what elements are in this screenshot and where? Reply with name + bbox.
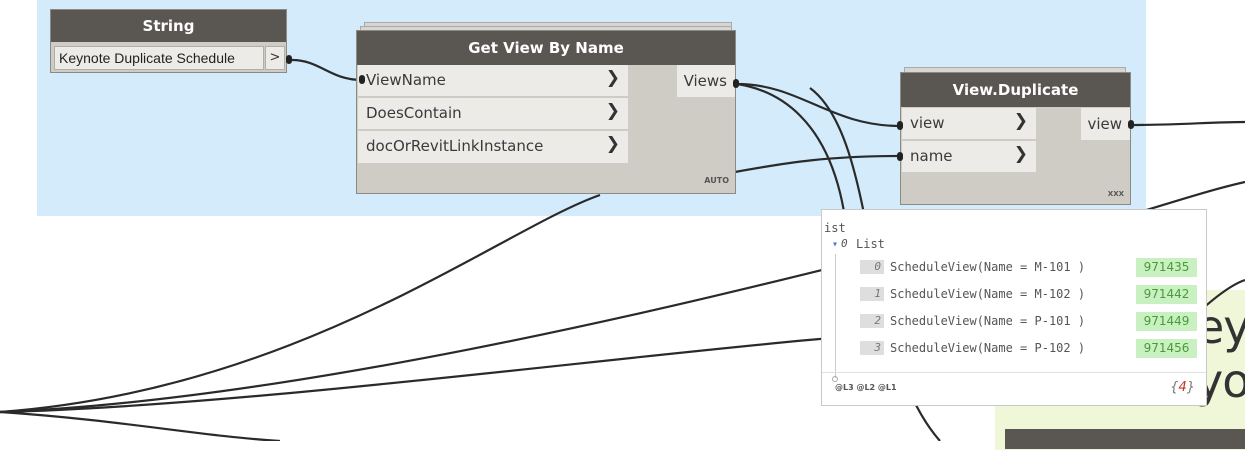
chevron-right-icon: ❯	[1013, 111, 1028, 131]
item-value: ScheduleView(Name = M-101 )	[890, 260, 1086, 274]
item-value: ScheduleView(Name = P-102 )	[890, 341, 1086, 355]
views-output-connector[interactable]	[733, 79, 739, 88]
get-view-node-title: Get View By Name	[357, 31, 735, 65]
port-doc-label: docOrRevitLinkInstance	[366, 137, 544, 155]
element-id-badge[interactable]: 971449	[1136, 312, 1197, 331]
view-input-connector[interactable]	[897, 121, 903, 130]
port-view-label: view	[910, 114, 945, 132]
port-viewname[interactable]: ViewName ❯	[358, 65, 628, 97]
chevron-right-icon: ❯	[605, 101, 620, 121]
item-index: 2	[860, 314, 884, 328]
port-view[interactable]: view ❯	[902, 108, 1036, 140]
item-count: {4}	[1170, 380, 1195, 395]
chevron-right-icon: ❯	[605, 68, 620, 88]
string-node[interactable]: String Keynote Duplicate Schedule >	[50, 9, 287, 73]
preview-header: ist	[824, 221, 846, 235]
list-level-index: 0	[841, 237, 848, 250]
item-value: ScheduleView(Name = P-101 )	[890, 314, 1086, 328]
output-port-views[interactable]: Views	[677, 65, 735, 97]
viewname-input-connector[interactable]	[359, 75, 365, 84]
item-index: 1	[860, 287, 884, 301]
chevron-right-icon: ❯	[605, 134, 620, 154]
dynamo-canvas[interactable]: eyr yo String Keynote Duplicate Schedule…	[0, 0, 1245, 450]
count-value: 4	[1178, 380, 1187, 395]
preview-footer: @L3 @L2 @L1 {4}	[822, 372, 1206, 405]
port-doc-or-revit-link[interactable]: docOrRevitLinkInstance ❯	[358, 131, 628, 164]
element-id-badge[interactable]: 971435	[1136, 258, 1197, 277]
get-view-by-name-node[interactable]: Get View By Name ViewName ❯ DoesContain …	[356, 30, 736, 194]
count-brace-close: }	[1186, 380, 1195, 395]
view-duplicate-node[interactable]: View.Duplicate view ❯ name ❯ view XXX	[900, 72, 1131, 205]
element-id-badge[interactable]: 971456	[1136, 339, 1197, 358]
output-port-view[interactable]: view	[1081, 108, 1130, 140]
item-index: 0	[860, 260, 884, 274]
chevron-right-icon: ❯	[1013, 144, 1028, 164]
item-value: ScheduleView(Name = M-102 )	[890, 287, 1086, 301]
lacing-label[interactable]: XXX	[1108, 190, 1124, 198]
string-output-connector[interactable]	[286, 55, 292, 64]
string-output-port[interactable]: >	[265, 46, 285, 70]
port-doescontain[interactable]: DoesContain ❯	[358, 98, 628, 130]
port-doescontain-label: DoesContain	[366, 104, 462, 122]
list-tree-line	[835, 254, 836, 378]
string-node-title: String	[51, 10, 286, 42]
wire-bottom-left	[0, 410, 281, 441]
node-preview-bubble[interactable]: ist ▾ 0 List 0 ScheduleView(Name = M-101…	[821, 209, 1207, 406]
wire-to-name	[734, 154, 901, 174]
item-index: 3	[860, 341, 884, 355]
wire-string-to-viewname	[291, 58, 363, 82]
port-name[interactable]: name ❯	[902, 141, 1036, 173]
view-duplicate-title: View.Duplicate	[901, 73, 1130, 107]
name-input-connector[interactable]	[897, 152, 903, 161]
list-label: List	[856, 237, 885, 251]
port-viewname-label: ViewName	[366, 71, 446, 89]
lacing-label[interactable]: AUTO	[704, 176, 729, 185]
collapse-arrow-icon[interactable]: ▾	[832, 239, 838, 250]
port-name-label: name	[910, 147, 953, 165]
wire-duplicate-out	[1130, 120, 1245, 127]
string-value-input[interactable]: Keynote Duplicate Schedule	[54, 46, 264, 70]
element-id-badge[interactable]: 971442	[1136, 285, 1197, 304]
view-output-connector[interactable]	[1128, 120, 1134, 129]
list-levels[interactable]: @L3 @L2 @L1	[835, 383, 897, 392]
